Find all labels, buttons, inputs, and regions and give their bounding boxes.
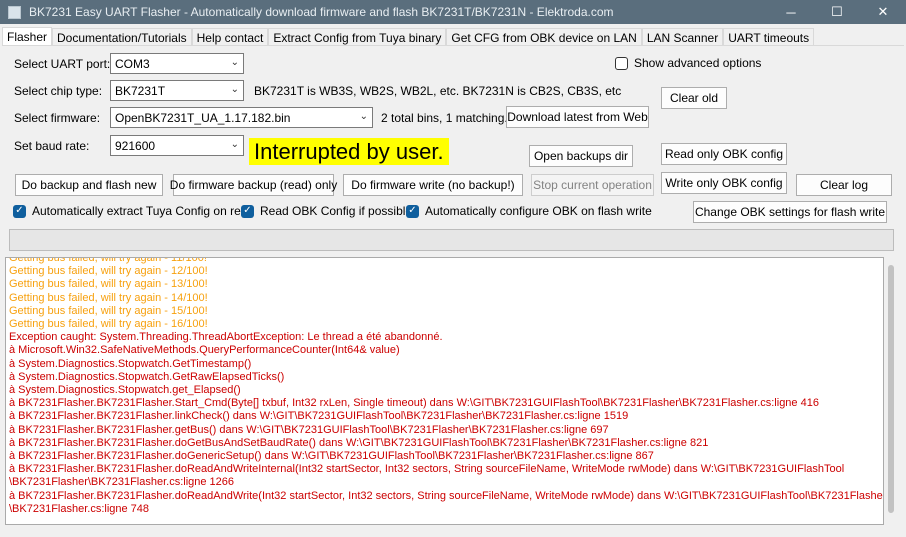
log-line: à BK7231Flasher.BK7231Flasher.linkCheck(… xyxy=(9,410,629,423)
scrollbar-thumb[interactable] xyxy=(888,265,894,513)
read-obk-label: Read OBK Config if possible xyxy=(260,204,413,218)
log-line: à BK7231Flasher.BK7231Flasher.getBus() d… xyxy=(9,423,609,436)
backup-and-flash-button[interactable]: Do backup and flash new xyxy=(15,174,163,196)
chevron-down-icon: ⌄ xyxy=(230,57,239,68)
log-line: à BK7231Flasher.BK7231Flasher.doReadAndW… xyxy=(9,489,884,502)
uart-port-value: COM3 xyxy=(115,57,150,71)
chevron-down-icon: ⌄ xyxy=(359,111,368,122)
checkmark-icon: ✓ xyxy=(241,204,254,218)
log-line: Getting bus failed, will try again - 11/… xyxy=(9,257,207,264)
chip-type-value: BK7231T xyxy=(115,84,166,98)
firmware-write-button[interactable]: Do firmware write (no backup!) xyxy=(343,174,523,196)
log-line: Getting bus failed, will try again - 16/… xyxy=(9,318,208,331)
log-line: à BK7231Flasher.BK7231Flasher.Start_Cmd(… xyxy=(9,397,819,410)
change-obk-settings-button[interactable]: Change OBK settings for flash write xyxy=(693,201,887,223)
tab-help-contact[interactable]: Help contact xyxy=(191,28,269,46)
auto-configure-label: Automatically configure OBK on flash wri… xyxy=(425,204,652,218)
tab-strip: Flasher Documentation/Tutorials Help con… xyxy=(2,27,815,46)
tab-extract-config[interactable]: Extract Config from Tuya binary xyxy=(268,28,447,46)
log-line: à System.Diagnostics.Stopwatch.get_Elaps… xyxy=(9,384,241,397)
log-line: à System.Diagnostics.Stopwatch.GetRawEla… xyxy=(9,370,285,383)
clear-old-button[interactable]: Clear old xyxy=(661,87,727,109)
clear-log-button[interactable]: Clear log xyxy=(796,174,892,196)
window-title: BK7231 Easy UART Flasher - Automatically… xyxy=(29,5,614,19)
stop-operation-button[interactable]: Stop current operation xyxy=(531,174,654,196)
chip-type-select[interactable]: BK7231T ⌄ xyxy=(110,80,244,101)
uart-port-label: Select UART port: xyxy=(14,57,111,71)
maximize-button[interactable]: ☐ xyxy=(814,0,860,24)
auto-configure-checkbox[interactable]: ✓ Automatically configure OBK on flash w… xyxy=(406,204,652,218)
tab-get-cfg[interactable]: Get CFG from OBK device on LAN xyxy=(446,28,642,46)
log-line: à BK7231Flasher.BK7231Flasher.doGenericS… xyxy=(9,450,654,463)
show-advanced-checkbox[interactable]: Show advanced options xyxy=(615,56,761,70)
firmware-info-text: 2 total bins, 1 matching. xyxy=(381,111,508,125)
minimize-button[interactable]: ─ xyxy=(768,0,814,24)
tab-documentation[interactable]: Documentation/Tutorials xyxy=(52,28,192,46)
log-line: Getting bus failed, will try again - 14/… xyxy=(9,291,208,304)
log-output[interactable]: Getting bus failed, will try again - 11/… xyxy=(5,257,884,525)
chip-info-text: BK7231T is WB3S, WB2S, WB2L, etc. BK7231… xyxy=(254,84,622,98)
log-line: à Microsoft.Win32.SafeNativeMethods.Quer… xyxy=(9,344,400,357)
close-button[interactable]: ✕ xyxy=(860,0,906,24)
tab-flasher[interactable]: Flasher xyxy=(2,27,53,46)
log-line: à System.Diagnostics.Stopwatch.GetTimest… xyxy=(9,357,252,370)
window-controls: ─ ☐ ✕ xyxy=(768,0,906,24)
chevron-down-icon: ⌄ xyxy=(230,139,239,150)
chip-type-label: Select chip type: xyxy=(14,84,103,98)
log-scrollbar[interactable] xyxy=(884,257,898,525)
checkmark-icon: ✓ xyxy=(13,204,26,218)
chevron-down-icon: ⌄ xyxy=(230,84,239,95)
log-line: \BK7231Flasher\BK7231Flasher.cs:ligne 12… xyxy=(9,476,235,489)
download-latest-button[interactable]: Download latest from Web xyxy=(506,106,649,128)
log-line: Getting bus failed, will try again - 13/… xyxy=(9,278,208,291)
firmware-label: Select firmware: xyxy=(14,111,101,125)
read-obk-config-button[interactable]: Read only OBK config xyxy=(661,143,787,165)
baud-rate-select[interactable]: 921600 ⌄ xyxy=(110,135,244,156)
checkmark-icon: ✓ xyxy=(406,204,419,218)
title-bar: BK7231 Easy UART Flasher - Automatically… xyxy=(0,0,906,24)
extract-tuya-label: Automatically extract Tuya Config on rea… xyxy=(32,204,255,218)
firmware-value: OpenBK7231T_UA_1.17.182.bin xyxy=(115,111,291,125)
uart-port-select[interactable]: COM3 ⌄ xyxy=(110,53,244,74)
log-line: \BK7231Flasher.cs:ligne 748 xyxy=(9,502,150,515)
show-advanced-label: Show advanced options xyxy=(634,56,762,70)
app-icon xyxy=(8,5,21,19)
backup-read-only-button[interactable]: Do firmware backup (read) only xyxy=(170,174,337,196)
checkbox-unchecked-icon xyxy=(615,56,628,70)
extract-tuya-checkbox[interactable]: ✓ Automatically extract Tuya Config on r… xyxy=(13,204,254,218)
log-line: Getting bus failed, will try again - 12/… xyxy=(9,265,208,278)
log-line: Getting bus failed, will try again - 15/… xyxy=(9,304,208,317)
flasher-panel: Select UART port: COM3 ⌄ Show advanced o… xyxy=(2,45,904,256)
log-line: à BK7231Flasher.BK7231Flasher.doReadAndW… xyxy=(9,463,845,476)
baud-rate-value: 921600 xyxy=(115,139,156,153)
tab-uart-timeouts[interactable]: UART timeouts xyxy=(723,28,815,46)
read-obk-checkbox[interactable]: ✓ Read OBK Config if possible xyxy=(241,204,412,218)
log-line: à BK7231Flasher.BK7231Flasher.doGetBusAn… xyxy=(9,436,709,449)
tab-lan-scanner[interactable]: LAN Scanner xyxy=(641,28,724,46)
open-backups-button[interactable]: Open backups dir xyxy=(529,145,633,167)
write-obk-config-button[interactable]: Write only OBK config xyxy=(661,172,787,194)
firmware-select[interactable]: OpenBK7231T_UA_1.17.182.bin ⌄ xyxy=(110,107,373,128)
log-line: Exception caught: System.Threading.Threa… xyxy=(9,331,443,344)
progress-bar xyxy=(9,229,894,251)
baud-rate-label: Set baud rate: xyxy=(14,139,90,153)
status-text: Interrupted by user. xyxy=(249,138,449,165)
